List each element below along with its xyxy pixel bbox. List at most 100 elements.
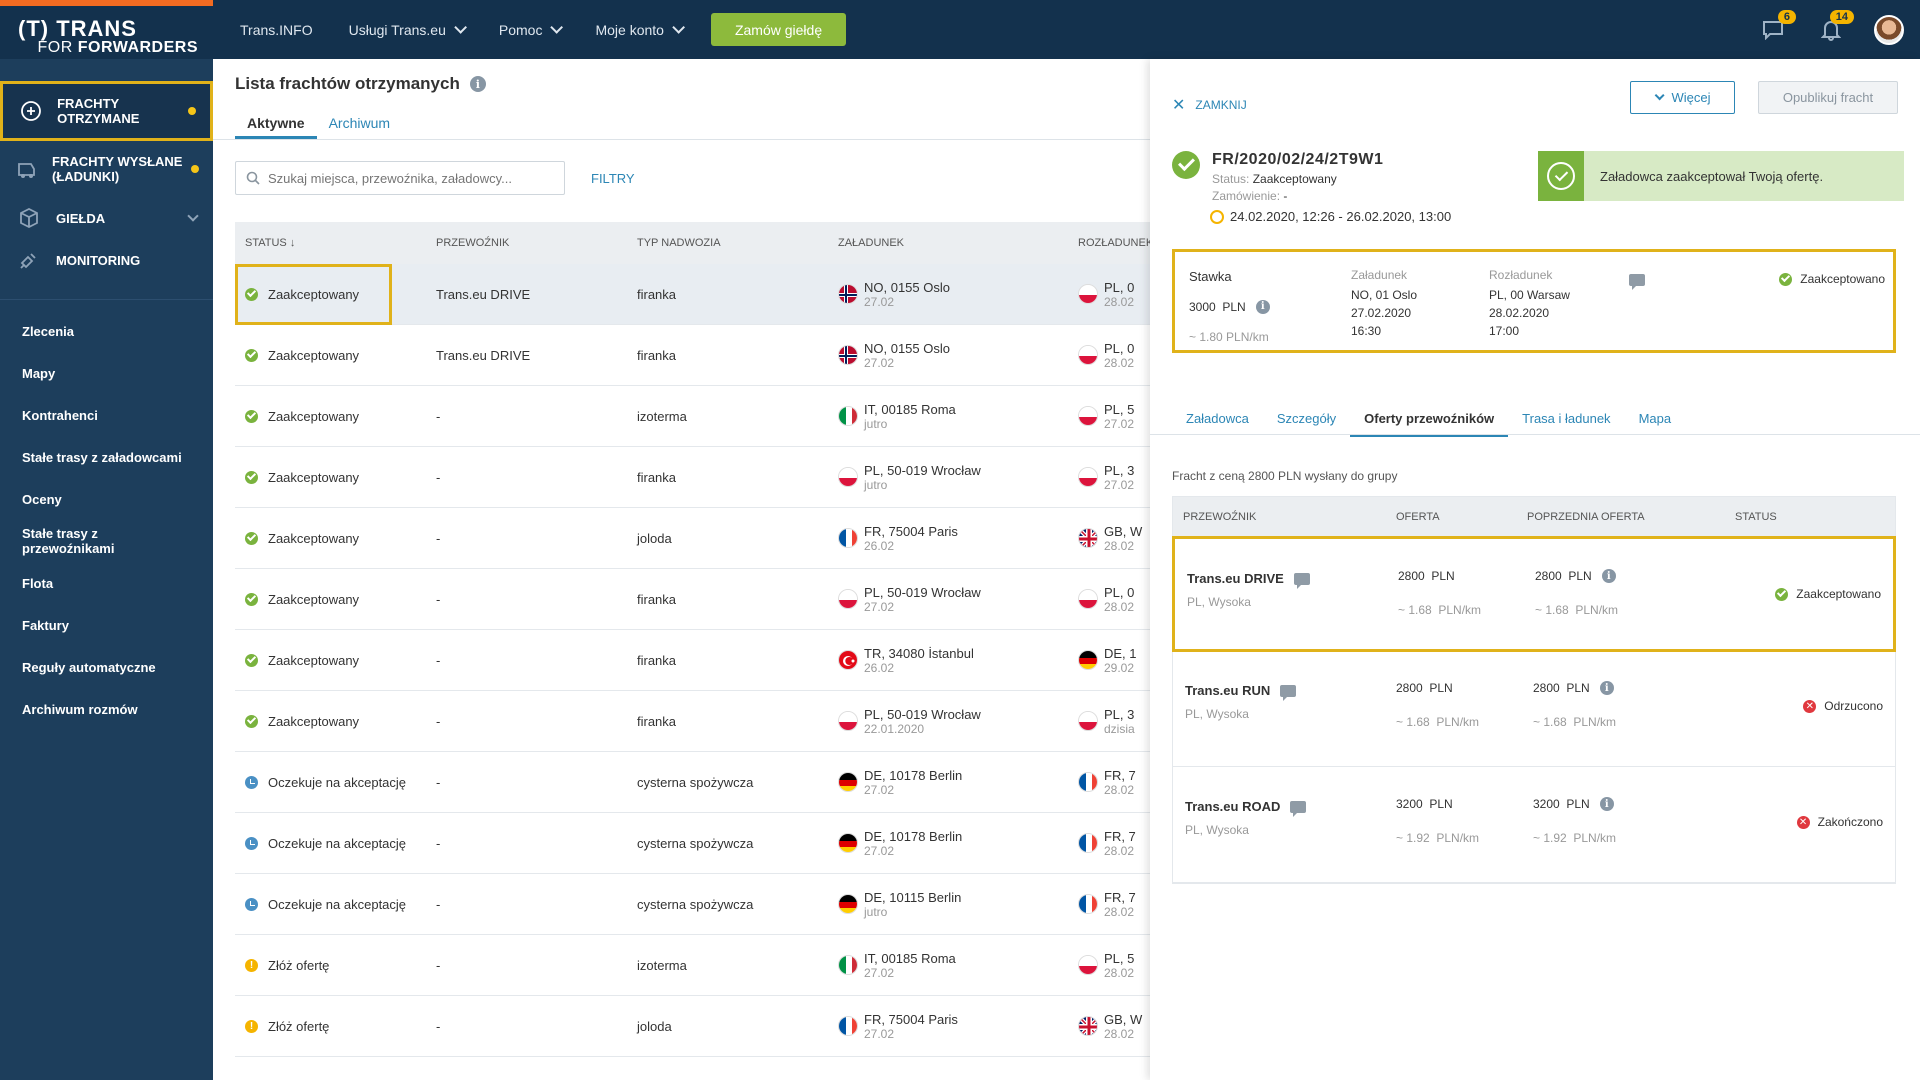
offer-row[interactable]: Trans.eu DRIVE PL, Wysoka 2800 PLN ~ 1.68 P… xyxy=(1172,536,1896,652)
chat-icon[interactable] xyxy=(1280,684,1297,701)
tab-szczegoly[interactable]: Szczegóły xyxy=(1263,405,1350,437)
nav-uslugi[interactable]: Usługi Trans.eu xyxy=(349,21,467,38)
page-title-text: Lista frachtów otrzymanych xyxy=(235,74,460,93)
flag-no-icon xyxy=(838,345,858,365)
sidebar-item-stale-trasy-zaladowcy[interactable]: Stałe trasy z załadowcami xyxy=(0,436,213,478)
unloading-place: PL, 0 xyxy=(1104,584,1135,600)
rate-label: Stawka xyxy=(1189,269,1232,284)
summary-status-text: Zaakceptowano xyxy=(1800,272,1885,286)
avatar[interactable] xyxy=(1874,14,1904,45)
nav-moje-konto[interactable]: Moje konto xyxy=(595,21,685,38)
sidebar-item-mapy[interactable]: Mapy xyxy=(0,352,213,394)
status-cell: Zaakceptowany xyxy=(235,653,436,668)
table-row[interactable]: Zaakceptowany - firanka PL, 50-019 Wrocław 2… xyxy=(235,691,1150,752)
loading-place: NO, 0155 Oslo xyxy=(864,340,950,356)
offer-row[interactable]: Trans.eu RUN PL, Wysoka 2800 PLN ~ 1.68 PLN… xyxy=(1173,651,1895,767)
status-text: Oczekuje na akceptację xyxy=(268,896,407,912)
flag-pl-icon xyxy=(1078,955,1098,975)
sidebar-item-monitoring[interactable]: MONITORING xyxy=(0,239,213,281)
filters-button[interactable]: FILTRY xyxy=(591,171,635,186)
offer-row[interactable]: Trans.eu ROAD PL, Wysoka 3200 PLN ~ 1.92 PL… xyxy=(1173,767,1895,883)
messages-button[interactable]: 6 xyxy=(1758,9,1796,45)
info-icon[interactable]: i xyxy=(1599,797,1614,811)
unloading-cell: GB, W 28.02 xyxy=(1078,524,1150,553)
publish-freight-button[interactable]: Opublikuj fracht xyxy=(1758,81,1898,114)
loading-cell: TR, 34080 İstanbul 26.02 xyxy=(838,646,1078,675)
table-row[interactable]: Zaakceptowany - izoterma IT, 00185 Roma jutr… xyxy=(235,386,1150,447)
sidebar-item-gielda[interactable]: GIEŁDA xyxy=(0,197,213,239)
notifications-button[interactable]: 14 xyxy=(1816,9,1854,45)
table-row[interactable]: ! Złóż ofertę - joloda FR, 75004 Paris 27.02 G… xyxy=(235,996,1150,1057)
info-icon[interactable]: i xyxy=(1599,681,1614,695)
unloading-place: GB, W xyxy=(1104,1011,1143,1027)
col-loading: ZAŁADUNEK xyxy=(838,237,905,249)
tab-mapa[interactable]: Mapa xyxy=(1625,405,1686,437)
logo[interactable]: (T) TRANS FOR FORWARDERS xyxy=(18,18,208,56)
body-type-cell: firanka xyxy=(637,591,677,607)
warning-icon: ! xyxy=(245,1019,258,1033)
table-row[interactable]: ! Złóż ofertę - izoterma IT, 00185 Roma 27.02… xyxy=(235,935,1150,996)
tab-trasa-ladunek[interactable]: Trasa i ładunek xyxy=(1508,405,1624,437)
tab-aktywne[interactable]: Aktywne xyxy=(235,107,317,139)
summary-chat[interactable] xyxy=(1629,274,1645,290)
offer-carrier: Trans.eu DRIVE xyxy=(1187,571,1310,589)
unloading-place: FR, 7 xyxy=(1104,889,1136,905)
sidebar-item-reguly[interactable]: Reguły automatyczne xyxy=(0,646,213,688)
sidebar-item-flota[interactable]: Flota xyxy=(0,562,213,604)
sidebar-item-faktury[interactable]: Faktury xyxy=(0,604,213,646)
freight-sent-icon xyxy=(16,158,38,180)
chat-icon[interactable] xyxy=(1290,800,1307,817)
tab-archiwum[interactable]: Archiwum xyxy=(317,107,402,139)
nav-label: Pomoc xyxy=(498,21,543,38)
accepted-notice: Załadowca zaakceptował Twoją ofertę. xyxy=(1538,151,1904,201)
col-status[interactable]: STATUS ↓ xyxy=(235,237,436,249)
info-icon[interactable]: i xyxy=(1255,300,1270,314)
rate-amount: 3000 xyxy=(1189,300,1216,314)
offer-location: PL, Wysoka xyxy=(1187,595,1251,609)
sidebar-item-oceny[interactable]: Oceny xyxy=(0,478,213,520)
loading-place: PL, 50-019 Wrocław xyxy=(864,584,981,600)
sidebar-item-frachty-otrzymane[interactable]: FRACHTY OTRZYMANE xyxy=(0,81,213,141)
sidebar-item-archiwum-rozmow[interactable]: Archiwum rozmów xyxy=(0,688,213,730)
messages-badge: 6 xyxy=(1777,9,1796,24)
table-row[interactable]: Oczekuje na akceptację - cysterna spożywcz… xyxy=(235,752,1150,813)
status-text: Złóż ofertę xyxy=(268,957,330,973)
nav-trans-info[interactable]: Trans.INFO xyxy=(240,22,313,38)
status-text: Zaakceptowany xyxy=(268,347,360,363)
loading-date: 27.02.2020 xyxy=(1351,306,1412,320)
sidebar-item-stale-trasy-przewoznicy[interactable]: Stałe trasy z przewoźnikami xyxy=(0,520,213,562)
info-icon[interactable]: i xyxy=(469,76,486,92)
tab-oferty-przewoznikow[interactable]: Oferty przewoźników xyxy=(1350,405,1509,437)
table-row[interactable]: Zaakceptowany - firanka PL, 50-019 Wrocław j… xyxy=(235,447,1150,508)
chevron-down-icon xyxy=(672,21,685,34)
freight-header: FR/2020/02/24/2T9W1 Status: Zaakceptowan… xyxy=(1172,151,1451,224)
info-icon[interactable]: i xyxy=(1601,569,1616,583)
close-button[interactable]: ✕ ZAMKNIJ xyxy=(1172,95,1247,115)
chat-icon[interactable] xyxy=(1293,572,1310,589)
search-input[interactable] xyxy=(268,170,548,186)
prev-offer: 3200 PLN i xyxy=(1533,797,1614,811)
table-row[interactable]: Zaakceptowany - joloda FR, 75004 Paris 26.02… xyxy=(235,508,1150,569)
table-row[interactable]: Oczekuje na akceptację - cysterna spożywcz… xyxy=(235,874,1150,935)
status-text: Zaakceptowany xyxy=(268,530,360,546)
x-circle-icon: ✕ xyxy=(1803,699,1817,713)
sidebar-item-kontrahenci[interactable]: Kontrahenci xyxy=(0,394,213,436)
order-exchange-button[interactable]: Zamów giełdę xyxy=(710,13,847,46)
table-row[interactable]: Zaakceptowany - firanka PL, 50-019 Wrocław 2… xyxy=(235,569,1150,630)
warning-icon: ! xyxy=(245,958,258,972)
tab-zaladowca[interactable]: Załadowca xyxy=(1172,405,1263,437)
carrier-cell: - xyxy=(436,896,441,912)
carrier-cell: - xyxy=(436,530,441,546)
sidebar-item-zlecenia[interactable]: Zlecenia xyxy=(0,310,213,352)
sidebar-item-label: FRACHTY OTRZYMANE xyxy=(57,96,140,126)
table-row[interactable]: Oczekuje na akceptację - cysterna spożywcz… xyxy=(235,813,1150,874)
page-title: Lista frachtów otrzymanych i xyxy=(235,74,486,94)
freight-table: STATUS ↓ PRZEWOŹNIK TYP NADWOZIA ZAŁADUN… xyxy=(235,222,1150,1057)
more-button[interactable]: Więcej xyxy=(1630,81,1735,114)
table-row[interactable]: Zaakceptowany Trans.eu DRIVE firanka NO, 01… xyxy=(235,325,1150,386)
flag-tr-icon xyxy=(838,650,858,670)
table-row[interactable]: Zaakceptowany - firanka TR, 34080 İstanbul 2… xyxy=(235,630,1150,691)
sidebar-item-frachty-wyslane[interactable]: FRACHTY WYSŁANE (ŁADUNKI) xyxy=(0,141,213,197)
table-row[interactable]: Zaakceptowany Trans.eu DRIVE firanka NO, 01… xyxy=(235,264,1150,325)
nav-pomoc[interactable]: Pomoc xyxy=(498,21,564,38)
